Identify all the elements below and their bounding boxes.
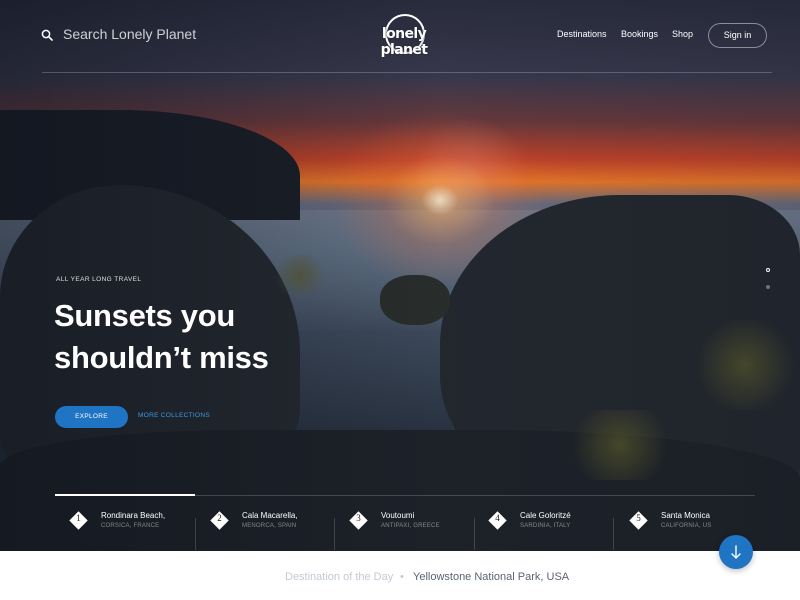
destination-location: ANTIPAXI, GREECE — [381, 523, 440, 529]
destination-of-day-label: Destination of the Day — [285, 571, 394, 583]
logo[interactable]: lonely planet — [361, 14, 447, 58]
search-icon[interactable] — [41, 29, 53, 41]
destination-item[interactable]: 4 Cale Goloritzé SARDINIA, ITALY — [488, 508, 630, 548]
destination-number: 5 — [636, 513, 641, 523]
destination-track — [195, 495, 755, 496]
destination-of-day-link[interactable]: Yellowstone National Park, USA — [413, 571, 569, 583]
destination-location: MENORCA, SPAIN — [242, 523, 297, 529]
destination-location: SARDINIA, ITALY — [520, 523, 571, 529]
slide-dot[interactable] — [766, 268, 770, 272]
separator-bullet: • — [400, 571, 404, 583]
slide-dot[interactable] — [766, 285, 770, 289]
destination-number: 1 — [76, 513, 81, 523]
destination-item[interactable]: 1 Rondinara Beach, CORSICA, FRANCE — [69, 508, 211, 548]
destination-number: 4 — [495, 513, 500, 523]
header-divider — [42, 72, 772, 73]
divider — [334, 518, 335, 550]
more-collections-link[interactable]: MORE COLLECTIONS — [138, 412, 210, 419]
explore-button[interactable]: EXPLORE — [55, 406, 128, 428]
divider — [613, 518, 614, 550]
destination-location: CORSICA, FRANCE — [101, 523, 160, 529]
arrow-down-icon — [731, 545, 741, 559]
destination-number: 3 — [356, 513, 361, 523]
nav-shop[interactable]: Shop — [672, 29, 693, 39]
destination-name: Rondinara Beach, — [101, 511, 166, 520]
destination-item[interactable]: 3 Voutoumi ANTIPAXI, GREECE — [349, 508, 491, 548]
scroll-down-button[interactable] — [719, 535, 753, 569]
destination-name: Voutoumi — [381, 511, 415, 520]
hero-headline: Sunsets you shouldn’t miss — [54, 295, 374, 379]
destination-number: 2 — [217, 513, 222, 523]
headline-line: shouldn’t miss — [54, 340, 269, 375]
nav-destinations[interactable]: Destinations — [557, 29, 607, 39]
destination-name: Cala Macarella, — [242, 511, 298, 520]
active-destination-indicator — [55, 494, 195, 496]
hero-eyebrow: ALL YEAR LONG TRAVEL — [56, 276, 142, 283]
destination-item[interactable]: 2 Cala Macarella, MENORCA, SPAIN — [210, 508, 352, 548]
divider — [474, 518, 475, 550]
sign-in-button[interactable]: Sign in — [708, 23, 767, 48]
divider — [195, 518, 196, 550]
nav-bookings[interactable]: Bookings — [621, 29, 658, 39]
search-input[interactable]: Search Lonely Planet — [63, 26, 196, 42]
headline-line: Sunsets you — [54, 298, 236, 333]
destination-name: Santa Monica — [661, 511, 710, 520]
destination-location: CALIFORNIA, US — [661, 523, 712, 529]
logo-text: lonely planet — [380, 26, 428, 58]
destination-name: Cale Goloritzé — [520, 511, 571, 520]
